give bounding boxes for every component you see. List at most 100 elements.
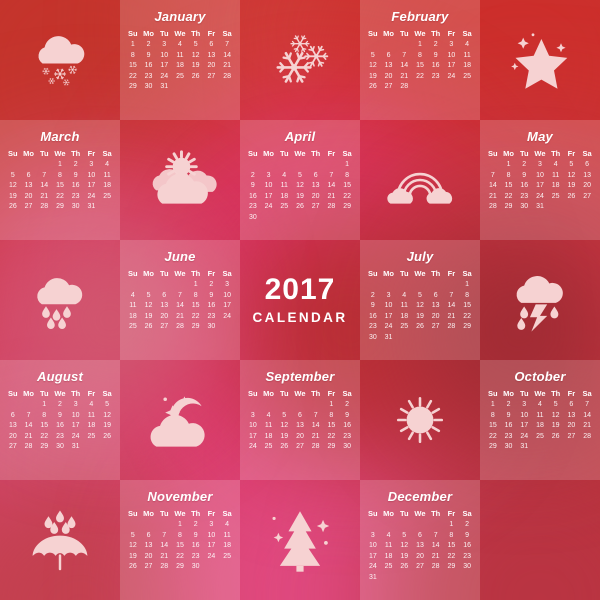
day-cell[interactable]: 7 [21,411,37,422]
day-cell[interactable]: 1 [339,160,355,171]
day-cell[interactable]: 14 [308,421,324,432]
day-cell[interactable]: 7 [172,291,188,302]
day-cell[interactable]: 20 [428,312,444,323]
month-tile-april[interactable]: April Su Mo Tu We Th Fr Sa 1 2 3 4 5 6 7 8 9 10 11 12 13 14 15… [240,120,360,240]
day-cell[interactable]: 5 [396,531,412,542]
day-cell[interactable]: 15 [36,421,52,432]
day-cell[interactable]: 12 [292,181,308,192]
day-cell[interactable]: 8 [52,171,68,182]
day-cell[interactable]: 23 [204,312,220,323]
day-cell[interactable]: 19 [125,552,141,563]
day-cell[interactable]: 28 [21,442,37,453]
day-cell[interactable]: 9 [339,411,355,422]
day-cell[interactable]: 8 [459,291,475,302]
day-cell[interactable]: 24 [261,202,277,213]
day-cell[interactable]: 16 [339,421,355,432]
month-tile-december[interactable]: December Su Mo Tu We Th Fr Sa 1 2 3 4 5 6 7 8 9 10 11 12 13 1… [360,480,480,600]
day-cell[interactable]: 8 [36,411,52,422]
day-cell[interactable]: 17 [68,421,84,432]
day-cell[interactable]: 14 [485,181,501,192]
day-cell[interactable]: 5 [564,160,580,171]
day-cell[interactable]: 29 [188,322,204,333]
day-cell[interactable]: 16 [52,421,68,432]
day-cell[interactable]: 31 [516,442,532,453]
day-cell[interactable]: 5 [141,291,157,302]
day-cell[interactable]: 2 [516,160,532,171]
day-cell[interactable]: 17 [156,61,172,72]
day-cell[interactable]: 3 [532,160,548,171]
day-cell[interactable]: 7 [324,171,340,182]
day-cell[interactable]: 14 [396,61,412,72]
day-cell[interactable]: 29 [172,562,188,573]
day-cell[interactable]: 11 [548,171,564,182]
day-cell[interactable]: 23 [339,432,355,443]
day-cell[interactable]: 15 [501,181,517,192]
day-cell[interactable]: 5 [125,531,141,542]
day-cell[interactable]: 7 [36,171,52,182]
day-cell[interactable]: 4 [548,160,564,171]
day-cell[interactable]: 29 [52,202,68,213]
day-cell[interactable]: 16 [68,181,84,192]
day-cell[interactable]: 17 [516,421,532,432]
day-cell[interactable]: 10 [68,411,84,422]
day-cell[interactable]: 27 [21,202,37,213]
day-cell[interactable]: 15 [52,181,68,192]
day-cell[interactable]: 3 [84,160,100,171]
day-cell[interactable]: 17 [444,61,460,72]
day-cell[interactable]: 2 [188,520,204,531]
day-cell[interactable]: 16 [516,181,532,192]
day-cell[interactable]: 3 [204,520,220,531]
day-cell[interactable]: 9 [365,301,381,312]
day-cell[interactable]: 19 [564,181,580,192]
day-cell[interactable]: 22 [339,192,355,203]
day-cell[interactable]: 6 [156,291,172,302]
day-cell[interactable]: 9 [204,291,220,302]
day-cell[interactable]: 28 [444,322,460,333]
day-cell[interactable]: 8 [125,51,141,62]
day-cell[interactable]: 23 [501,432,517,443]
day-cell[interactable]: 18 [276,192,292,203]
day-cell[interactable]: 27 [141,562,157,573]
day-cell[interactable]: 30 [501,442,517,453]
day-cell[interactable]: 30 [141,82,157,93]
day-cell[interactable]: 15 [459,301,475,312]
month-tile-november[interactable]: November Su Mo Tu We Th Fr Sa 1 2 3 4 5 6 7 8 9 10 11 12 13 1… [120,480,240,600]
day-cell[interactable]: 15 [485,421,501,432]
day-cell[interactable]: 23 [68,192,84,203]
day-cell[interactable]: 27 [579,192,595,203]
day-cell[interactable]: 2 [365,291,381,302]
day-cell[interactable]: 28 [485,202,501,213]
day-cell[interactable]: 6 [579,160,595,171]
day-cell[interactable]: 26 [548,432,564,443]
day-cell[interactable]: 13 [579,171,595,182]
day-cell[interactable]: 22 [125,72,141,83]
day-cell[interactable]: 25 [99,192,115,203]
day-cell[interactable]: 1 [444,520,460,531]
day-cell[interactable]: 19 [548,421,564,432]
day-cell[interactable]: 8 [172,531,188,542]
day-cell[interactable]: 11 [219,531,235,542]
day-cell[interactable]: 10 [365,541,381,552]
day-cell[interactable]: 24 [219,312,235,323]
day-cell[interactable]: 13 [21,181,37,192]
day-cell[interactable]: 18 [219,541,235,552]
day-cell[interactable]: 30 [339,442,355,453]
day-cell[interactable]: 24 [84,192,100,203]
day-cell[interactable]: 27 [381,82,397,93]
day-cell[interactable]: 10 [261,181,277,192]
day-cell[interactable]: 2 [245,171,261,182]
day-cell[interactable]: 18 [381,552,397,563]
month-tile-may[interactable]: May Su Mo Tu We Th Fr Sa 1 2 3 4 5 6 7 8 9 10 11 12 13 14 15 16… [480,120,600,240]
day-cell[interactable]: 10 [516,411,532,422]
day-cell[interactable]: 29 [339,202,355,213]
day-cell[interactable]: 8 [444,531,460,542]
day-cell[interactable]: 20 [579,181,595,192]
day-cell[interactable]: 16 [459,541,475,552]
day-cell[interactable]: 21 [219,61,235,72]
day-cell[interactable]: 10 [532,171,548,182]
day-cell[interactable]: 14 [172,301,188,312]
day-cell[interactable]: 31 [156,82,172,93]
day-cell[interactable]: 22 [188,312,204,323]
day-cell[interactable]: 31 [84,202,100,213]
day-cell[interactable]: 25 [84,432,100,443]
